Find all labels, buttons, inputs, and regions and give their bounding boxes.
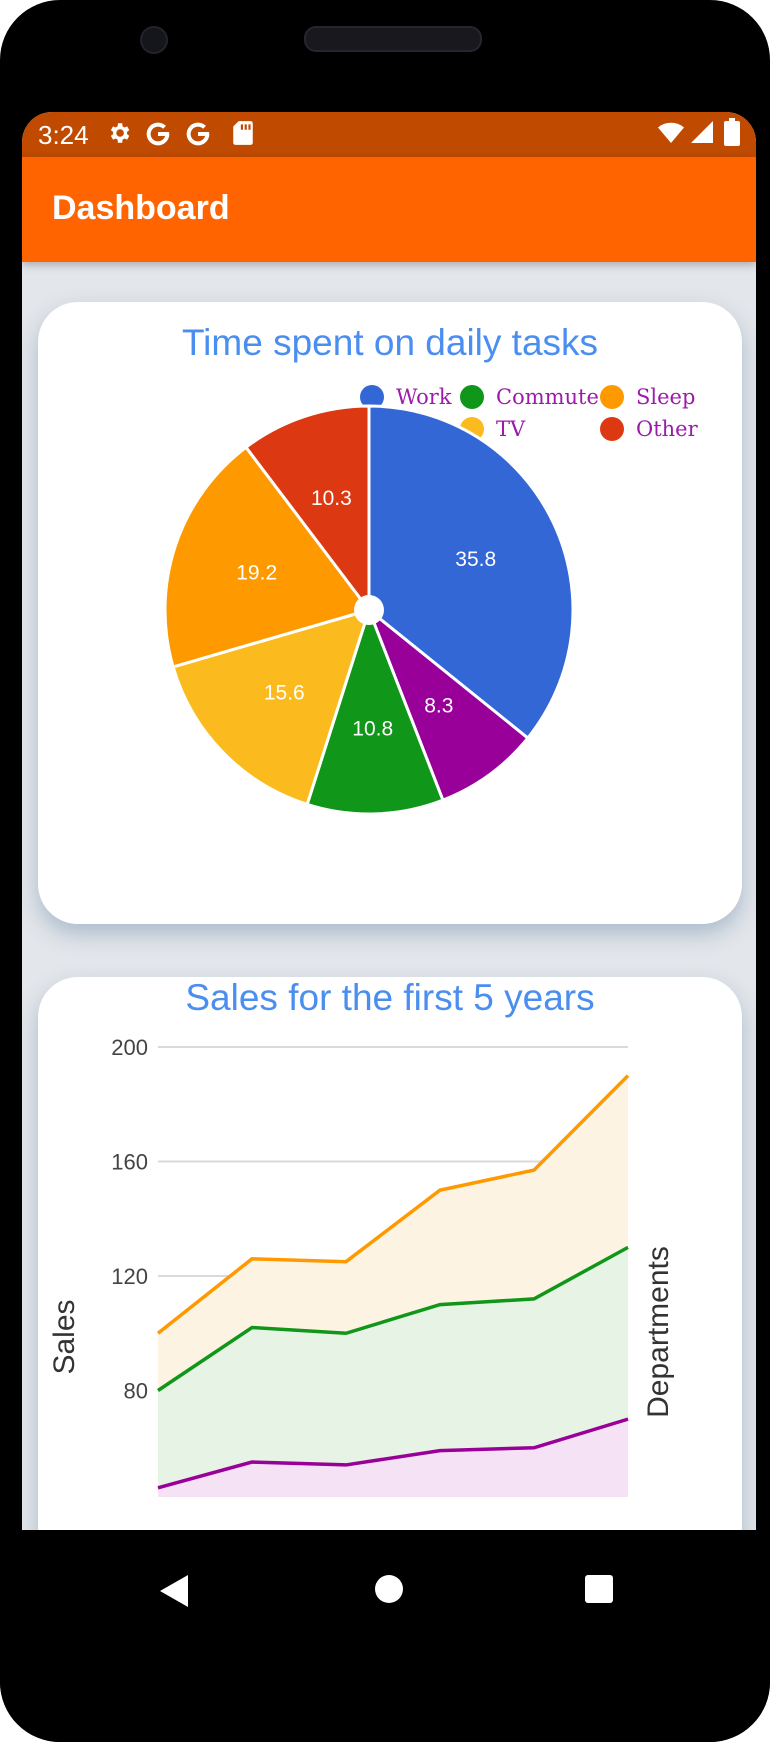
google-icon [186,122,210,146]
y-tick-label: 160 [111,1150,148,1175]
battery-icon [724,118,740,146]
navigation-bar [0,1530,770,1742]
y-axis-label: Sales [48,1299,81,1374]
phone-frame: 3:24 Dashboard Time spent on daily tasks… [0,0,770,1742]
wifi-icon [658,122,684,143]
pie-label-sleep: 19.2 [236,562,277,585]
y-tick-label: 120 [111,1264,148,1289]
status-bar: 3:24 [22,112,756,157]
sd-card-icon [233,121,253,145]
secondary-axis-label: Departments [642,1246,675,1418]
pie-label-tv: 15.6 [264,682,305,705]
back-icon[interactable] [160,1574,190,1608]
google-icon [146,122,170,146]
pie-chart-card: Time spent on daily tasks Work Commute Sle… [38,302,742,924]
home-icon[interactable] [374,1574,404,1604]
status-time: 3:24 [38,120,89,150]
pie-chart: 35.8 8.3 10.8 15.6 19.2 10.3 [163,404,575,816]
signal-icon [691,121,713,143]
earpiece-speaker [304,26,482,52]
pie-label-commute: 10.8 [352,717,393,740]
screen: 3:24 Dashboard Time spent on daily tasks… [22,112,756,1530]
app-bar-title: Dashboard [52,189,230,227]
y-tick-label: 80 [124,1379,148,1404]
gear-icon [110,123,130,143]
front-camera [140,26,168,54]
pie-label-other: 10.3 [311,487,352,510]
area-chart-card: Sales for the first 5 years 200 160 120 80 S… [38,977,742,1530]
pie-label-eat: 8.3 [424,695,453,718]
pie-label-work: 35.8 [455,548,496,571]
y-tick-label: 200 [111,1035,148,1060]
app-bar: Dashboard [22,157,756,262]
pie-center-hole [354,595,384,625]
recents-icon[interactable] [584,1574,614,1604]
area-chart: 200 160 120 80 Sales Departments [48,1035,675,1497]
